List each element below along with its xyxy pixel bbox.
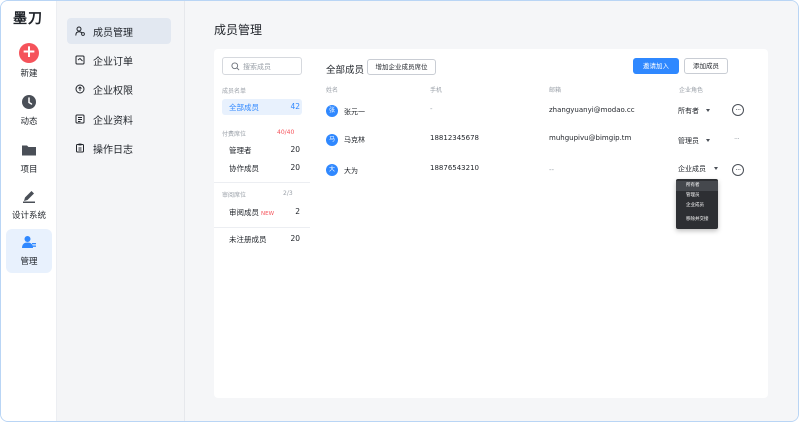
member-phone: - [430,105,433,113]
permission-icon [75,84,85,94]
log-icon [76,143,84,153]
add-member-button[interactable]: 添加成员 [684,58,728,74]
group-count: 20 [290,163,300,172]
more-actions-icon[interactable]: ... [732,164,744,176]
rail-item-design-system[interactable]: 设计系统 [6,183,52,227]
avatar: 大 [326,164,338,176]
role-select[interactable]: 所有者 [678,106,699,116]
order-icon [75,55,85,65]
clock-icon [22,95,36,109]
more-actions-icon[interactable]: ··· [734,135,740,143]
group-collaborators[interactable]: 协作成员 20 [222,160,302,176]
user-manage-icon [22,236,36,248]
list-title: 全部成员 [326,65,365,76]
role-dropdown-menu: 所有者 管理员 企业成员 移除并交接 [676,179,718,229]
dropdown-option-remove-transfer[interactable]: 移除并交接 [676,215,718,225]
divider [214,182,310,183]
group-admins[interactable]: 管理者 20 [222,142,302,158]
member-email: zhangyuanyi@modao.cc [549,106,635,114]
rail-item-label: 项目 [20,165,38,175]
search-icon [231,62,240,71]
rail-item-label: 设计系统 [11,211,46,221]
group-label: 未注册成员 [229,235,267,244]
divider [214,227,310,228]
group-unregistered[interactable]: 未注册成员 20 [222,231,302,247]
add-seat-button[interactable]: 增加企业成员席位 [367,59,436,75]
chevron-down-icon [706,139,710,142]
rail-item-label: 动态 [20,117,38,127]
menu-item-label: 成员管理 [93,28,133,39]
paid-seats-title: 付费席位 [222,131,247,138]
menu-item-permissions[interactable]: 企业权限 [67,76,171,102]
chevron-down-icon [714,167,718,170]
rail-item-projects[interactable]: 项目 [6,137,52,181]
left-rail: 墨刀 + 新建 动态 项目 设计系统 管理 [1,1,57,421]
group-all-members[interactable]: 全部成员 42 [222,99,302,115]
rail-item-label: 管理 [20,257,38,267]
page-title: 成员管理 [214,23,263,37]
member-email: muhgupivu@bimgip.tm [549,134,632,142]
dropdown-option-member[interactable]: 企业成员 [676,201,718,211]
dropdown-option-owner[interactable]: 所有者 [676,181,718,191]
members-icon [75,26,85,36]
chevron-down-icon [706,109,710,112]
menu-item-label: 企业资料 [93,116,133,127]
folder-icon [22,145,36,156]
member-email: -- [549,166,555,174]
avatar: 马 [326,134,338,146]
group-reviewers[interactable]: 审阅成员 NEW 2 [222,204,302,220]
member-phone: 18812345678 [430,134,479,142]
rail-item-new[interactable]: + 新建 [6,41,52,85]
member-name: 马克林 [344,136,365,144]
member-list-title: 成员名单 [222,88,247,95]
member-search-input[interactable]: 搜索成员 [222,57,302,75]
review-seats-title: 审阅席位 [222,192,247,199]
column-header-role: 企业角色 [679,87,704,94]
secondary-menu: 成员管理 企业订单 企业权限 企业资料 操作日志 [57,1,185,421]
member-name: 大为 [344,167,358,175]
column-header-email: 邮箱 [549,87,562,94]
members-card: 搜索成员 成员名单 全部成员 42 付费席位 40/40 管理者 20 协作成员… [214,49,768,398]
rail-item-activity[interactable]: 动态 [6,89,52,133]
menu-item-label: 企业订单 [93,57,133,68]
group-label: 管理者 [229,146,252,155]
menu-item-label: 企业权限 [93,86,133,97]
main-content: 成员管理 搜索成员 成员名单 全部成员 42 付费席位 40/40 管理者 20 [186,1,798,421]
more-actions-icon[interactable]: ... [732,104,744,116]
group-count: 20 [290,145,300,154]
menu-item-logs[interactable]: 操作日志 [67,135,171,161]
role-select[interactable]: 管理员 [678,136,699,146]
member-name: 张元一 [344,108,365,116]
profile-icon [75,114,85,124]
plus-icon: + [19,43,39,63]
review-seats-meta: 2/3 [283,190,293,197]
menu-item-members[interactable]: 成员管理 [67,18,171,44]
column-header-phone: 手机 [430,87,443,94]
group-count: 42 [290,102,300,111]
member-phone: 18876543210 [430,164,479,172]
dropdown-option-admin[interactable]: 管理员 [676,191,718,201]
menu-item-label: 操作日志 [93,145,133,156]
column-header-name: 姓名 [326,87,339,94]
group-count: 20 [290,234,300,243]
avatar: 张 [326,105,338,117]
group-label: 全部成员 [229,103,259,112]
rail-item-label: 新建 [20,69,38,79]
new-badge: NEW [261,211,275,217]
search-placeholder: 搜索成员 [243,63,271,71]
pen-icon [23,191,35,203]
menu-item-profile[interactable]: 企业资料 [67,106,171,132]
rail-item-manage[interactable]: 管理 [6,229,52,273]
group-label: 审阅成员 NEW [229,207,274,218]
invite-button[interactable]: 邀请加入 [633,58,679,74]
paid-seats-meta: 40/40 [277,129,295,136]
role-select[interactable]: 企业成员 [678,164,706,174]
app-window: 墨刀 + 新建 动态 项目 设计系统 管理 成员管理 企业订单 企业权限 企业资… [0,0,799,422]
group-count: 2 [295,207,300,216]
group-label: 协作成员 [229,164,259,173]
app-logo: 墨刀 [13,11,43,27]
group-label-text: 审阅成员 [229,208,259,217]
menu-item-orders[interactable]: 企业订单 [67,47,171,73]
